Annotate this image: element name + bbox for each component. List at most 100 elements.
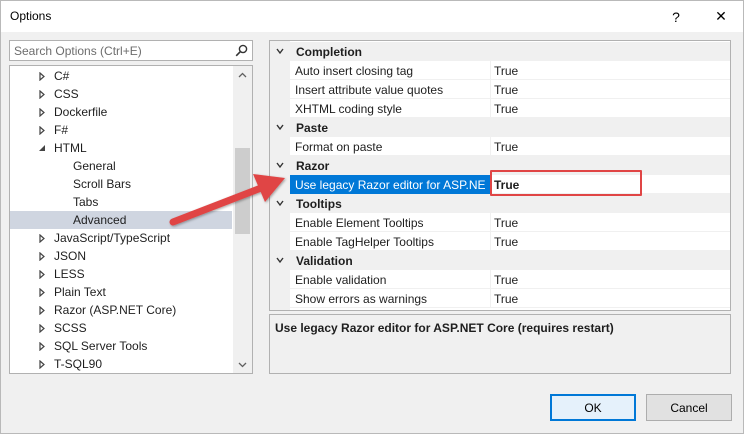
property-value[interactable]: True: [494, 140, 518, 154]
collapsed-arrow-icon[interactable]: [37, 337, 47, 355]
column-divider[interactable]: [490, 99, 491, 118]
property-row[interactable]: Enable Element Tooltips True: [290, 213, 730, 232]
property-name: Enable TagHelper Tooltips: [295, 235, 434, 249]
property-row[interactable]: Auto insert closing tag True: [290, 61, 730, 80]
tree-item-label: C#: [54, 69, 70, 83]
tree-item[interactable]: JSON: [10, 247, 232, 265]
category-tooltips[interactable]: Tooltips: [270, 194, 730, 213]
tree-item-label: Razor (ASP.NET Core): [54, 303, 177, 317]
tree-item[interactable]: SQL Server Tools: [10, 337, 232, 355]
property-row[interactable]: Show errors as warnings True: [290, 289, 730, 308]
category-label: Razor: [296, 159, 330, 173]
search-box: [9, 40, 253, 61]
property-name: Enable validation: [295, 273, 387, 287]
column-divider[interactable]: [490, 80, 491, 99]
category-validation[interactable]: Validation: [270, 251, 730, 270]
property-name: Show errors as warnings: [295, 292, 428, 306]
collapsed-arrow-icon[interactable]: [37, 229, 47, 247]
tree-item[interactable]: F#: [10, 121, 232, 139]
tree-item-label: T-SQL90: [54, 357, 103, 371]
property-row[interactable]: Enable validation True: [290, 270, 730, 289]
property-name: Auto insert closing tag: [295, 64, 414, 78]
tree-item[interactable]: CSS: [10, 85, 232, 103]
property-value[interactable]: True: [494, 64, 518, 78]
tree-item-label: SCSS: [54, 321, 87, 335]
collapsed-arrow-icon[interactable]: [37, 319, 47, 337]
tree-item[interactable]: C#: [10, 67, 232, 85]
search-icon[interactable]: [235, 44, 248, 57]
tree-item-label: JSON: [54, 249, 87, 263]
search-input[interactable]: [10, 41, 232, 60]
category-label: Completion: [296, 45, 362, 59]
description-text: Use legacy Razor editor for ASP.NET Core…: [275, 321, 614, 335]
property-row[interactable]: Insert attribute value quotes True: [290, 80, 730, 99]
property-name: Enable Element Tooltips: [295, 216, 424, 230]
column-divider[interactable]: [490, 270, 491, 289]
collapsed-arrow-icon[interactable]: [37, 283, 47, 301]
column-divider[interactable]: [490, 232, 491, 251]
property-row[interactable]: Enable TagHelper Tooltips True: [290, 232, 730, 251]
tree-item[interactable]: LESS: [10, 265, 232, 283]
tree-item-label: HTML: [54, 141, 87, 155]
collapsed-arrow-icon[interactable]: [37, 121, 47, 139]
help-button[interactable]: ?: [658, 1, 694, 32]
category-completion[interactable]: Completion: [270, 42, 730, 61]
annotation-arrow: [169, 174, 285, 226]
collapsed-arrow-icon[interactable]: [37, 355, 47, 373]
expanded-arrow-icon[interactable]: [37, 139, 47, 157]
collapsed-arrow-icon[interactable]: [37, 247, 47, 265]
category-label: Paste: [296, 121, 329, 135]
property-name: Insert attribute value quotes: [295, 83, 444, 97]
cancel-button[interactable]: Cancel: [646, 394, 732, 421]
collapse-chevron-icon[interactable]: [274, 121, 286, 133]
tree-item-label: Tabs: [73, 195, 99, 209]
property-name: Format on paste: [295, 140, 383, 154]
property-name: XHTML coding style: [295, 102, 402, 116]
property-row[interactable]: Format on paste True: [290, 137, 730, 156]
tree-item-label: Dockerfile: [54, 105, 108, 119]
tree-item[interactable]: Razor (ASP.NET Core): [10, 301, 232, 319]
tree-item-label: General: [73, 159, 116, 173]
property-value[interactable]: True: [494, 273, 518, 287]
close-button[interactable]: ✕: [703, 1, 739, 32]
collapse-chevron-icon[interactable]: [274, 254, 286, 266]
column-divider[interactable]: [490, 61, 491, 80]
tree-item[interactable]: SCSS: [10, 319, 232, 337]
tree-item-label: Scroll Bars: [73, 177, 132, 191]
tree-item-label: F#: [54, 123, 69, 137]
category-paste[interactable]: Paste: [270, 118, 730, 137]
property-value[interactable]: True: [494, 216, 518, 230]
scroll-down-icon[interactable]: [233, 356, 252, 373]
property-value[interactable]: True: [494, 235, 518, 249]
collapsed-arrow-icon[interactable]: [37, 67, 47, 85]
property-value[interactable]: True: [494, 83, 518, 97]
tree-item[interactable]: Dockerfile: [10, 103, 232, 121]
column-divider[interactable]: [490, 213, 491, 232]
collapse-chevron-icon[interactable]: [274, 45, 286, 57]
column-divider[interactable]: [490, 289, 491, 308]
tree-item-label: LESS: [54, 267, 85, 281]
property-row[interactable]: XHTML coding style True: [290, 99, 730, 118]
tree-item-label: CSS: [54, 87, 79, 101]
collapsed-arrow-icon[interactable]: [37, 85, 47, 103]
column-divider[interactable]: [490, 137, 491, 156]
tree-item[interactable]: HTML: [10, 139, 232, 157]
collapsed-arrow-icon[interactable]: [37, 103, 47, 121]
collapsed-arrow-icon[interactable]: [37, 301, 47, 319]
description-pane: Use legacy Razor editor for ASP.NET Core…: [269, 314, 731, 374]
property-name: Use legacy Razor editor for ASP.NET Core: [295, 178, 485, 192]
collapsed-arrow-icon[interactable]: [37, 265, 47, 283]
ok-button[interactable]: OK: [550, 394, 636, 421]
options-dialog: Options ? ✕ C# CSS Dockerfile F# HTML General…: [0, 0, 744, 434]
tree-item-label: JavaScript/TypeScript: [54, 231, 171, 245]
category-label: Validation: [296, 254, 353, 268]
property-value[interactable]: True: [494, 102, 518, 116]
tree-item-label: SQL Server Tools: [54, 339, 148, 353]
tree-item[interactable]: T-SQL90: [10, 355, 232, 373]
tree-item-label: Advanced: [73, 213, 127, 227]
property-value[interactable]: True: [494, 292, 518, 306]
window-title: Options: [10, 9, 52, 23]
tree-item[interactable]: Plain Text: [10, 283, 232, 301]
scroll-up-icon[interactable]: [233, 66, 252, 83]
category-label: Tooltips: [296, 197, 342, 211]
